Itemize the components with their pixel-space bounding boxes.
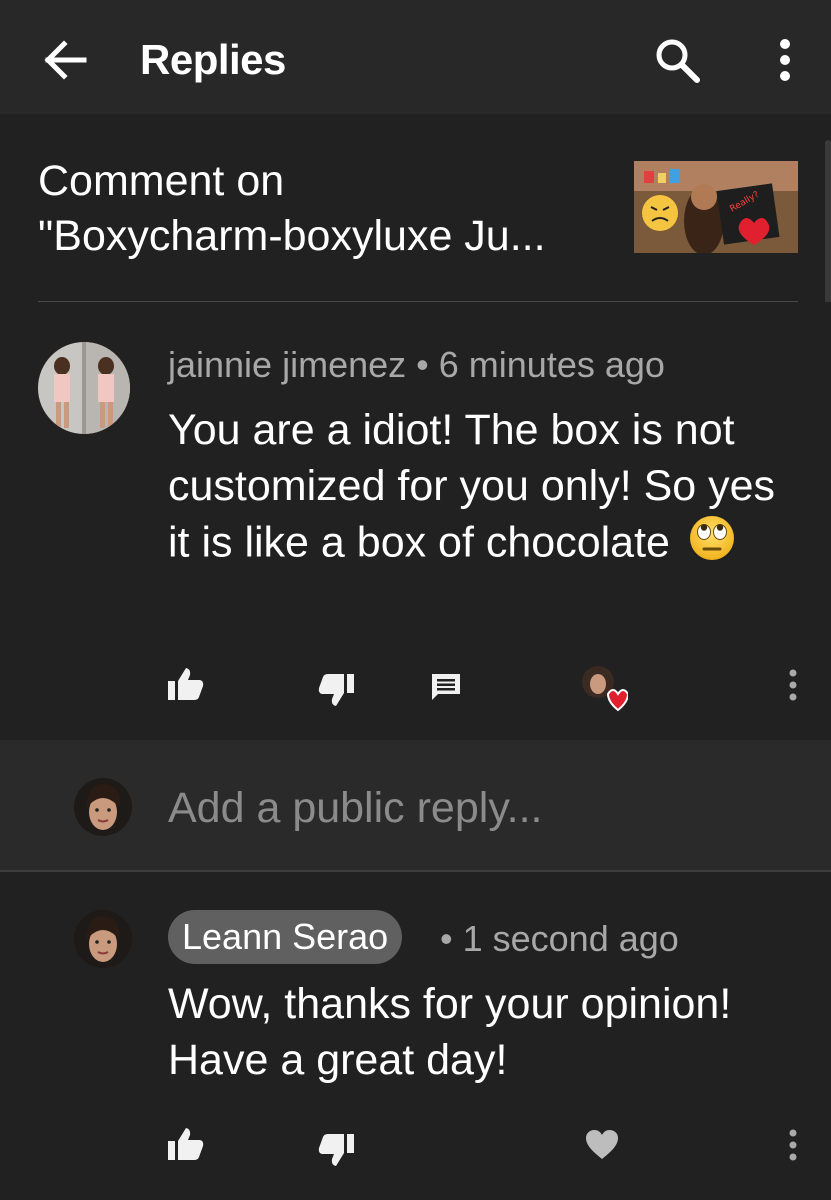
video-title-line1: Comment on: [38, 157, 285, 205]
comment-more-icon[interactable]: [786, 668, 800, 709]
reply-input[interactable]: Add a public reply...: [168, 784, 542, 833]
comment-time: 6 minutes ago: [438, 344, 665, 385]
avatar[interactable]: [38, 342, 130, 434]
like-icon[interactable]: [168, 668, 204, 705]
video-thumbnail[interactable]: Really?: [634, 161, 798, 253]
search-icon[interactable]: [652, 36, 702, 84]
reply-time: 1 second ago: [462, 918, 679, 959]
dislike-icon[interactable]: [318, 1134, 354, 1171]
more-vert-icon[interactable]: [770, 38, 800, 82]
video-title[interactable]: Comment on "Boxycharm-boxyluxe Ju...: [38, 154, 608, 264]
avatar[interactable]: [74, 910, 132, 968]
comment-card: jainnie jimenez • 6 minutes ago You are …: [0, 302, 831, 740]
comment-text: You are a idiot! The box is not customiz…: [168, 406, 776, 567]
reply-comment-icon[interactable]: [430, 672, 462, 707]
comment-more-icon[interactable]: [786, 1128, 800, 1169]
user-avatar: [74, 778, 132, 836]
reply-author-chip[interactable]: Leann Serao: [168, 910, 403, 964]
reply-meta: • 1 second ago: [440, 918, 679, 960]
comment-meta: jainnie jimenez • 6 minutes ago: [168, 344, 665, 386]
meta-separator: •: [416, 344, 439, 385]
creator-heart-icon: [580, 664, 630, 717]
heart-icon[interactable]: [586, 1130, 618, 1165]
eye-roll-emoji-icon: [688, 514, 736, 576]
comment-actions: [0, 662, 831, 712]
like-icon[interactable]: [168, 1128, 204, 1165]
reply-actions: [0, 1128, 831, 1178]
back-arrow-icon[interactable]: [40, 38, 90, 82]
reply-text: Wow, thanks for your opinion! Have a gre…: [168, 980, 732, 1084]
comment-author[interactable]: jainnie jimenez: [168, 344, 406, 385]
reply-card: Leann Serao • 1 second ago Wow, thanks f…: [0, 872, 831, 1200]
comment-body: You are a idiot! The box is not customiz…: [168, 402, 808, 576]
video-title-line2: "Boxycharm-boxyluxe Ju...: [38, 212, 546, 260]
app-bar: Replies: [0, 0, 831, 114]
meta-separator: •: [440, 918, 463, 959]
dislike-icon[interactable]: [318, 674, 354, 711]
page-title: Replies: [140, 36, 286, 83]
video-header: Comment on "Boxycharm-boxyluxe Ju... Rea…: [0, 114, 831, 304]
reply-compose: Add a public reply...: [0, 740, 831, 870]
